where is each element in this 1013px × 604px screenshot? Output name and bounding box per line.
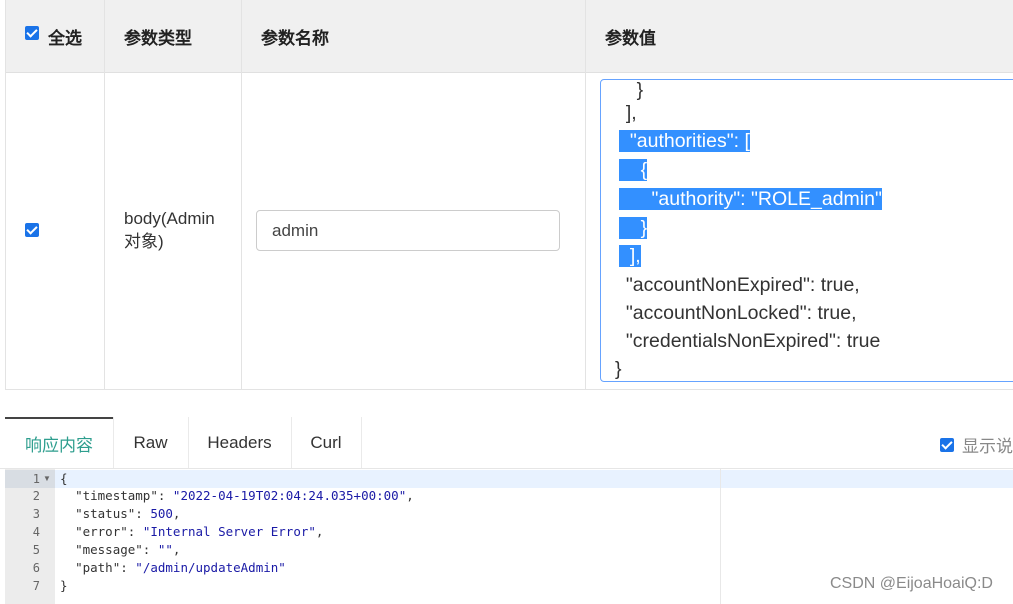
fold-arrow-icon[interactable]: ▼: [43, 474, 51, 483]
select-all-label: 全选: [48, 28, 82, 48]
param-value-textarea[interactable]: } ], "authorities": [ { "authority": "RO…: [600, 79, 1013, 382]
line-number: 7: [32, 579, 40, 593]
tab-divider: [361, 417, 362, 468]
param-value-header: 参数值: [605, 28, 656, 48]
value-line: "accountNonExpired": true,: [615, 274, 860, 296]
code-line: "error": "Internal Server Error",: [75, 524, 324, 539]
column-divider: [104, 0, 105, 390]
code-line: "status": 500,: [75, 506, 181, 521]
active-line-highlight: [55, 470, 1013, 488]
line-number: 6: [32, 561, 40, 575]
value-line-selected: "authority": "ROLE_admin": [619, 188, 882, 210]
value-line: }: [615, 358, 622, 380]
column-divider: [241, 0, 242, 390]
param-type-text-2: 对象): [124, 232, 164, 251]
show-description-checkbox[interactable]: [940, 437, 954, 452]
print-margin: [720, 469, 721, 604]
code-line: {: [60, 471, 68, 486]
value-line: ],: [615, 102, 637, 124]
line-number: 3: [32, 507, 40, 521]
value-line-selected: "authorities": [: [619, 130, 750, 152]
code-line: "timestamp": "2022-04-19T02:04:24.035+00…: [75, 488, 414, 503]
select-all-header[interactable]: 全选: [25, 0, 82, 72]
value-line-selected: {: [619, 159, 648, 181]
line-number: 2: [32, 489, 40, 503]
value-line: "credentialsNonExpired": true: [615, 330, 881, 352]
row-divider: [5, 389, 1013, 390]
tab-headers[interactable]: Headers: [188, 417, 291, 468]
row-checkbox[interactable]: [25, 223, 39, 237]
param-type-cell: body(Admin 对象): [124, 207, 234, 253]
value-line: "accountNonLocked": true,: [615, 302, 857, 324]
show-description-label: 显示说: [962, 437, 1013, 456]
code-line: "message": "",: [75, 542, 181, 557]
code-line: "path": "/admin/updateAdmin": [75, 560, 286, 575]
param-name-header: 参数名称: [261, 28, 329, 48]
code-line: }: [60, 578, 68, 593]
show-description-toggle[interactable]: 显示说: [940, 432, 1013, 457]
tab-response-content[interactable]: 响应内容: [5, 417, 113, 468]
select-all-checkbox[interactable]: [25, 26, 39, 40]
line-number: 4: [32, 525, 40, 539]
tab-curl[interactable]: Curl: [291, 417, 361, 468]
response-tabs: 响应内容 Raw Headers Curl: [0, 417, 1013, 468]
table-border: [5, 0, 6, 390]
watermark: CSDN @EijoaHoaiQ:D: [830, 575, 993, 592]
value-line-selected: ],: [619, 245, 641, 267]
line-number: 5: [32, 543, 40, 557]
param-name-input[interactable]: admin: [256, 210, 560, 251]
param-type-header: 参数类型: [124, 28, 192, 48]
param-type-text: body(Admin: [124, 209, 215, 228]
tab-raw[interactable]: Raw: [113, 417, 188, 468]
line-number: 1: [32, 472, 40, 486]
column-divider: [585, 0, 586, 390]
value-line-selected: }: [619, 217, 648, 239]
